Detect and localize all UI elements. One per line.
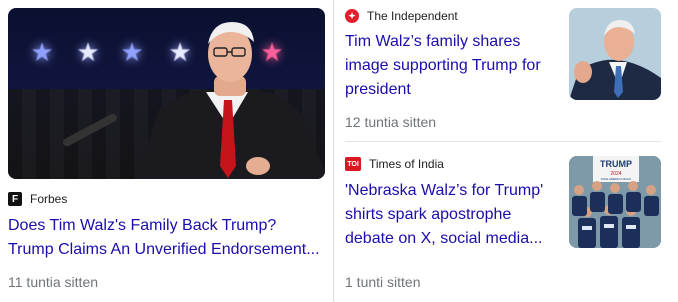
main-story-image[interactable]: ★ ★ ★ ★ ★ (8, 8, 325, 179)
forbes-f-icon: F (8, 192, 22, 206)
column-divider (333, 0, 334, 302)
side-story-1-headline[interactable]: Tim Walz’s family shares image supportin… (345, 30, 555, 102)
side-story-2-headline[interactable]: 'Nebraska Walz’s for Trump' shirts spark… (345, 179, 555, 251)
row-divider (345, 141, 661, 142)
star-icon: ★ (76, 37, 100, 67)
group-photo: TRUMP 2024 TAKE AMERICA BACK (569, 156, 661, 248)
politician-photo (569, 8, 661, 100)
main-story-headline[interactable]: Does Tim Walz's Family Back Trump? Trump… (8, 214, 326, 262)
side-story-2-source: TOI Times of India (345, 154, 444, 174)
sign-text: TRUMP (600, 159, 632, 169)
main-story-time: 11 tuntia sitten (8, 274, 99, 290)
source-name: Forbes (30, 192, 68, 206)
main-story-card[interactable]: ★ ★ ★ ★ ★ (8, 8, 326, 179)
headline-line: shirts spark apostrophe (345, 206, 512, 223)
headline-line: image supporting Trump for (345, 57, 541, 74)
sign-text: TAKE AMERICA BACK (601, 177, 632, 181)
side-story-1-time: 12 tuntia sitten (345, 114, 437, 130)
toi-icon: TOI (345, 157, 361, 171)
speaker-photo (138, 22, 325, 179)
headline-line: debate on X, social media... (345, 230, 543, 247)
source-name: Times of India (369, 157, 444, 171)
side-story-2-time: 1 tunti sitten (345, 274, 421, 290)
source-name: The Independent (367, 9, 458, 23)
headline-line: Does Tim Walz's Family Back Trump? (8, 217, 277, 234)
side-story-1-source: ✦ The Independent (345, 6, 458, 26)
star-icon: ★ (30, 37, 54, 67)
side-story-2-image[interactable]: TRUMP 2024 TAKE AMERICA BACK (569, 156, 661, 248)
main-story-source: F Forbes (8, 189, 67, 209)
headline-line: Trump Claims An Unverified Endorsement..… (8, 241, 320, 258)
headline-line: 'Nebraska Walz’s for Trump' (345, 182, 544, 199)
headline-line: president (345, 81, 411, 98)
headline-line: Tim Walz’s family shares (345, 33, 521, 50)
independent-eagle-icon: ✦ (345, 9, 359, 23)
side-story-1-image[interactable] (569, 8, 661, 100)
